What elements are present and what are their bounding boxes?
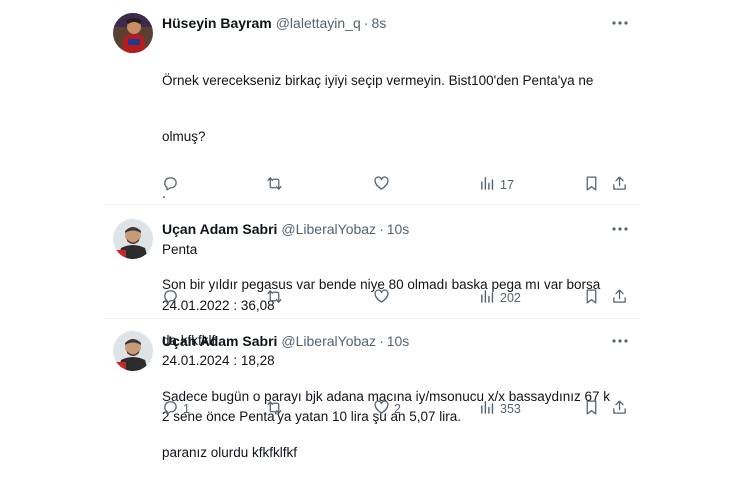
- retweet-button[interactable]: [266, 399, 287, 419]
- bookmark-icon: [583, 175, 600, 195]
- reply-icon: [162, 399, 179, 419]
- like-icon: [373, 399, 390, 419]
- like-button[interactable]: 2: [373, 399, 401, 419]
- tweet-header: Hüseyin Bayram @lalettayin_q · 8s: [162, 13, 386, 33]
- author-name[interactable]: Uçan Adam Sabri: [162, 333, 277, 349]
- author-handle[interactable]: @LiberalYobaz: [281, 221, 376, 237]
- reply-button[interactable]: [162, 175, 183, 195]
- separator-dot: ·: [363, 15, 369, 31]
- retweet-icon: [266, 175, 283, 195]
- like-button[interactable]: [373, 288, 394, 308]
- author-handle[interactable]: @lalettayin_q: [276, 15, 361, 31]
- share-button[interactable]: [611, 399, 628, 419]
- like-icon: [373, 288, 390, 308]
- retweet-button[interactable]: [266, 288, 287, 308]
- reply-icon: [162, 288, 179, 308]
- retweet-icon: [266, 399, 283, 419]
- share-button[interactable]: [611, 175, 628, 195]
- views-count: 353: [500, 402, 521, 416]
- tweet-line: paranız olurdu kfkfklfkf: [162, 444, 298, 460]
- timestamp[interactable]: 8s: [371, 15, 386, 31]
- views-icon: [479, 175, 496, 195]
- tweet-divider: [103, 204, 640, 205]
- bookmark-button[interactable]: [583, 288, 600, 308]
- bookmark-icon: [583, 288, 600, 308]
- reply-button[interactable]: 1: [162, 399, 190, 419]
- views-icon: [479, 288, 496, 308]
- share-icon: [611, 175, 628, 195]
- tweet-header: Uçan Adam Sabri @LiberalYobaz · 10s: [162, 219, 409, 239]
- avatar[interactable]: [113, 13, 153, 53]
- tweet[interactable]: Uçan Adam Sabri @LiberalYobaz · 10s Sade…: [103, 331, 640, 460]
- more-icon[interactable]: [610, 333, 630, 349]
- tweet-feed: Hüseyin Bayram @lalettayin_q · 8s Örnek …: [103, 0, 640, 460]
- avatar[interactable]: [113, 331, 153, 371]
- bookmark-button[interactable]: [583, 175, 600, 195]
- separator-dot: ·: [379, 333, 384, 349]
- tweet-header: Uçan Adam Sabri @LiberalYobaz · 10s: [162, 331, 409, 351]
- tweet-line: Örnek verecekseniz birkaç iyiyi seçip ve…: [162, 73, 594, 88]
- share-icon: [611, 399, 628, 419]
- author-handle[interactable]: @LiberalYobaz: [281, 333, 376, 349]
- retweet-icon: [266, 288, 283, 308]
- bookmark-button[interactable]: [583, 399, 600, 419]
- tweet[interactable]: Hüseyin Bayram @lalettayin_q · 8s Örnek …: [103, 13, 640, 424]
- like-button[interactable]: [373, 175, 394, 195]
- views-count: 17: [500, 178, 514, 192]
- views-button[interactable]: 353: [479, 399, 521, 419]
- reply-count: 1: [183, 402, 190, 416]
- tweet-divider: [103, 318, 640, 319]
- separator-dot: ·: [379, 221, 384, 237]
- tweet[interactable]: Uçan Adam Sabri @LiberalYobaz · 10s Son …: [103, 219, 640, 348]
- author-name[interactable]: Uçan Adam Sabri: [162, 221, 277, 237]
- avatar[interactable]: [113, 219, 153, 259]
- action-bar: 202: [162, 288, 632, 308]
- views-icon: [479, 399, 496, 419]
- author-name[interactable]: Hüseyin Bayram: [162, 15, 272, 31]
- views-count: 202: [500, 291, 521, 305]
- share-icon: [611, 288, 628, 308]
- views-button[interactable]: 17: [479, 175, 514, 195]
- action-bar: 17: [162, 175, 632, 195]
- tweet-line: olmuş?: [162, 128, 206, 144]
- like-icon: [373, 175, 390, 195]
- like-count: 2: [394, 402, 401, 416]
- timestamp[interactable]: 10s: [387, 333, 410, 349]
- more-icon[interactable]: [610, 221, 630, 237]
- action-bar: 1 2 353: [162, 399, 632, 419]
- timestamp[interactable]: 10s: [387, 221, 410, 237]
- retweet-button[interactable]: [266, 175, 287, 195]
- views-button[interactable]: 202: [479, 288, 521, 308]
- bookmark-icon: [583, 399, 600, 419]
- more-icon[interactable]: [610, 15, 630, 31]
- reply-icon: [162, 175, 179, 195]
- share-button[interactable]: [611, 288, 628, 308]
- tweet-text: Sadece bugün o parayı bjk adana macına i…: [162, 351, 632, 499]
- reply-button[interactable]: [162, 288, 183, 308]
